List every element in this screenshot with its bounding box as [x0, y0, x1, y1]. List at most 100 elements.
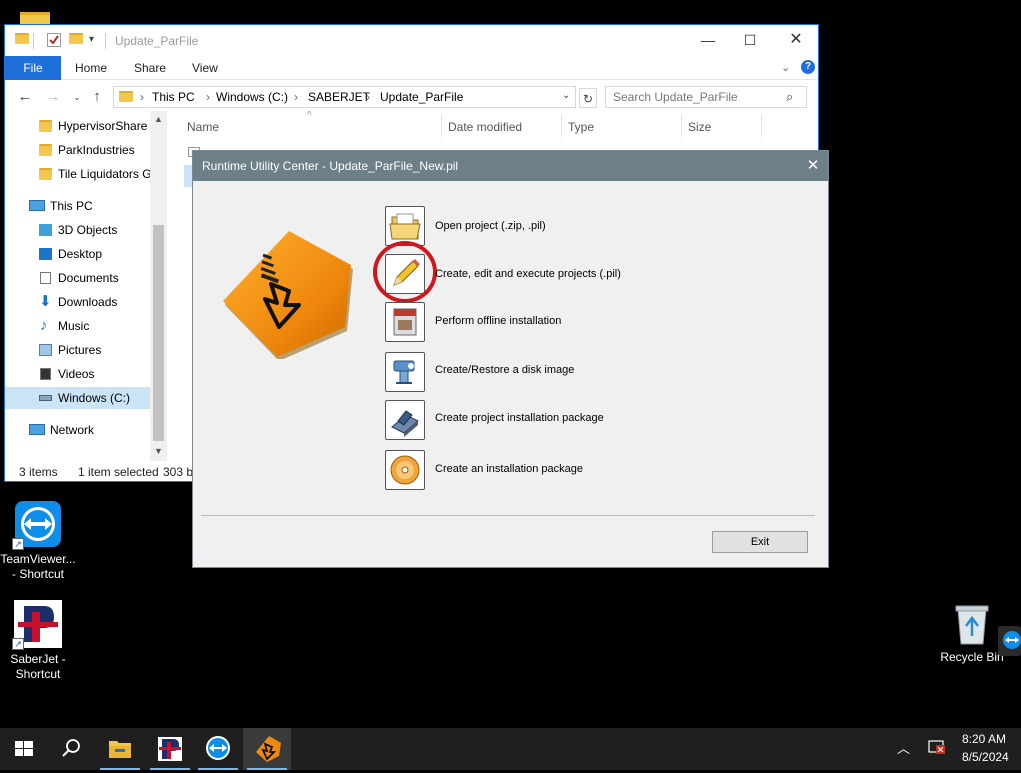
- teamviewer-shortcut[interactable]: ↗ TeamViewer... - Shortcut: [0, 500, 76, 582]
- saberjet-icon: ↗: [12, 600, 62, 650]
- nav-item-label: Network: [50, 423, 95, 437]
- breadcrumb-windows-c[interactable]: Windows (C:): [216, 90, 288, 104]
- ribbon-expand-icon[interactable]: ⌄: [781, 56, 790, 80]
- saberjet-shortcut[interactable]: ↗ SaberJet - Shortcut: [0, 600, 76, 682]
- nav-item-label: Videos: [58, 367, 95, 381]
- dialog-close-icon[interactable]: ✕: [798, 151, 828, 181]
- disk-image-label[interactable]: Create/Restore a disk image: [435, 364, 574, 376]
- music-icon: ♪: [40, 317, 48, 334]
- column-header-size[interactable]: Size: [688, 120, 711, 134]
- column-header-name[interactable]: Name: [187, 120, 219, 134]
- disk-image-button[interactable]: [385, 352, 425, 392]
- nav-item-label: Documents: [58, 271, 119, 285]
- scroll-up-icon[interactable]: ▲: [150, 111, 167, 128]
- teamviewer-panel-icon[interactable]: [998, 626, 1021, 656]
- offline-installation-label[interactable]: Perform offline installation: [435, 315, 561, 327]
- clock-date[interactable]: 8/5/2024: [962, 750, 1009, 764]
- search-icon: [62, 739, 80, 757]
- back-arrow-icon[interactable]: ←: [15, 87, 35, 107]
- nav-item-desktop[interactable]: Desktop: [5, 243, 150, 265]
- address-dropdown-icon[interactable]: ⌄: [562, 90, 570, 101]
- search-button[interactable]: [48, 728, 96, 770]
- taskbar-teamviewer[interactable]: [194, 728, 242, 770]
- column-header-date-modified[interactable]: Date modified: [448, 120, 522, 134]
- breadcrumb-saberjet[interactable]: SABERJET: [308, 90, 370, 104]
- nav-item-network[interactable]: Network: [5, 419, 150, 441]
- offline-installation-button[interactable]: [385, 302, 425, 342]
- sort-up-icon: ^: [307, 110, 312, 121]
- chevron-down-icon[interactable]: ▾: [89, 34, 94, 50]
- dialog-titlebar[interactable]: Runtime Utility Center - Update_ParFile_…: [193, 151, 828, 181]
- breadcrumb-separator-icon: ›: [366, 90, 370, 104]
- up-arrow-icon[interactable]: ↑: [87, 87, 107, 107]
- nav-item-music[interactable]: ♪ Music: [5, 315, 150, 337]
- nav-scrollbar[interactable]: ▲ ▼: [150, 111, 167, 461]
- nav-item-videos[interactable]: Videos: [5, 363, 150, 385]
- forward-arrow-icon[interactable]: →: [43, 87, 63, 107]
- installation-package-button[interactable]: [385, 450, 425, 490]
- minimize-icon[interactable]: —: [685, 25, 731, 55]
- show-hidden-icons-icon[interactable]: ︿: [897, 738, 910, 757]
- maximize-icon[interactable]: ☐: [727, 25, 773, 55]
- notification-tray-icon[interactable]: [928, 739, 946, 755]
- explorer-titlebar[interactable]: ▾ Update_ParFile — ☐ ✕: [5, 25, 818, 57]
- runtime-utility-center-dialog[interactable]: Runtime Utility Center - Update_ParFile_…: [192, 150, 829, 568]
- project-installation-package-label[interactable]: Create project installation package: [435, 412, 604, 424]
- nav-item-documents[interactable]: Documents: [5, 267, 150, 289]
- recent-chevron-icon[interactable]: ⌄: [67, 87, 87, 107]
- close-icon[interactable]: ✕: [773, 25, 819, 55]
- scroll-down-icon[interactable]: ▼: [150, 443, 167, 460]
- address-bar[interactable]: › This PC › Windows (C:) › SABERJET › Up…: [113, 86, 576, 108]
- breadcrumb-this-pc[interactable]: This PC: [152, 90, 195, 104]
- create-edit-execute-label[interactable]: Create, edit and execute projects (.pil): [435, 268, 621, 280]
- refresh-icon[interactable]: ↻: [579, 88, 597, 108]
- project-installation-package-button[interactable]: [385, 400, 425, 440]
- open-project-button[interactable]: [385, 206, 425, 246]
- open-project-label[interactable]: Open project (.zip, .pil): [435, 220, 546, 232]
- nav-item-downloads[interactable]: ⬇ Downloads: [5, 291, 150, 313]
- highlight-circle: [373, 241, 437, 303]
- picture-icon: [39, 344, 52, 356]
- nav-item-3d-objects[interactable]: 3D Objects: [5, 219, 150, 241]
- clock-time[interactable]: 8:20 AM: [962, 732, 1006, 746]
- installation-package-label[interactable]: Create an installation package: [435, 463, 583, 475]
- new-folder-icon[interactable]: [69, 33, 83, 49]
- address-row: ← → ⌄ ↑ › This PC › Windows (C:) › SABER…: [5, 83, 818, 111]
- tab-share[interactable]: Share: [134, 56, 166, 80]
- folder-icon: [39, 144, 52, 156]
- column-divider: [441, 115, 442, 137]
- nav-item-parkindustries[interactable]: ParkIndustries: [5, 139, 150, 161]
- start-button[interactable]: [0, 728, 48, 770]
- breadcrumb-separator-icon: ›: [294, 90, 298, 104]
- navigation-pane[interactable]: HypervisorShare ParkIndustries Tile Liqu…: [5, 111, 168, 463]
- column-header-type[interactable]: Type: [568, 120, 594, 134]
- breadcrumb-separator-icon: ›: [206, 90, 210, 104]
- tab-home[interactable]: Home: [75, 56, 107, 80]
- nav-item-this-pc[interactable]: This PC: [5, 195, 150, 217]
- download-icon: ⬇: [39, 293, 52, 310]
- exit-button[interactable]: Exit: [712, 531, 808, 553]
- file-explorer-icon: [109, 741, 131, 758]
- nav-item-pictures[interactable]: Pictures: [5, 339, 150, 361]
- scroll-thumb[interactable]: [153, 225, 164, 441]
- teamviewer-shortcut-label: TeamViewer... - Shortcut: [0, 552, 76, 581]
- offline-install-icon: [393, 308, 417, 336]
- nav-item-tile-liquidators[interactable]: Tile Liquidators G: [5, 163, 150, 185]
- nav-item-label: Desktop: [58, 247, 103, 261]
- breadcrumb-update-parfile[interactable]: Update_ParFile: [380, 90, 463, 104]
- taskbar-saberjet[interactable]: [146, 728, 194, 770]
- search-input[interactable]: Search Update_ParFile ⌕: [605, 86, 807, 108]
- properties-icon[interactable]: [47, 33, 61, 47]
- saberjet-shortcut-label: SaberJet - Shortcut: [10, 652, 66, 681]
- help-icon[interactable]: ?: [801, 60, 815, 74]
- search-icon[interactable]: ⌕: [786, 89, 793, 105]
- tab-view[interactable]: View: [192, 56, 218, 80]
- tab-file[interactable]: File: [5, 56, 61, 80]
- taskbar-file-explorer[interactable]: [96, 728, 144, 770]
- search-placeholder: Search Update_ParFile: [613, 90, 738, 104]
- nav-item-hypervisorshare[interactable]: HypervisorShare: [5, 115, 150, 137]
- nav-item-label: ParkIndustries: [58, 143, 135, 157]
- nav-item-windows-c[interactable]: Windows (C:): [5, 387, 150, 409]
- desktop-folder-icon[interactable]: [0, 6, 50, 34]
- taskbar-runtime-utility-center[interactable]: [243, 728, 291, 770]
